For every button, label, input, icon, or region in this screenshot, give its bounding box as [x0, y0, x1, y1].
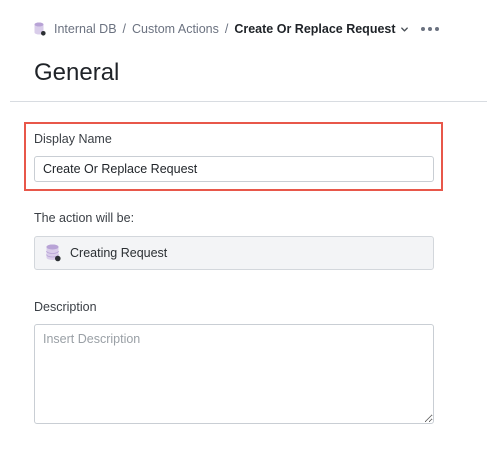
breadcrumb-item-custom-actions[interactable]: Custom Actions [132, 22, 219, 36]
action-type-field: Creating Request [34, 236, 434, 270]
database-icon [34, 22, 46, 36]
page-title: General [34, 59, 120, 86]
description-label: Description [34, 300, 97, 314]
breadcrumb-current[interactable]: Create Or Replace Request [234, 22, 395, 36]
display-name-label: Display Name [34, 132, 112, 146]
action-type-label: The action will be: [34, 211, 135, 225]
breadcrumb-item-internal-db[interactable]: Internal DB [54, 22, 117, 36]
description-textarea[interactable] [34, 324, 434, 424]
more-horizontal-icon[interactable] [420, 27, 439, 31]
database-icon [46, 244, 61, 262]
breadcrumb: Internal DB / Custom Actions / Create Or… [34, 20, 439, 38]
breadcrumb-separator: / [224, 22, 229, 36]
action-type-value: Creating Request [70, 246, 168, 260]
header-divider [10, 101, 487, 102]
chevron-down-icon[interactable] [400, 25, 409, 34]
custom-action-settings-page: Internal DB / Custom Actions / Create Or… [0, 0, 487, 458]
display-name-input[interactable] [34, 156, 434, 182]
breadcrumb-separator: / [122, 22, 127, 36]
